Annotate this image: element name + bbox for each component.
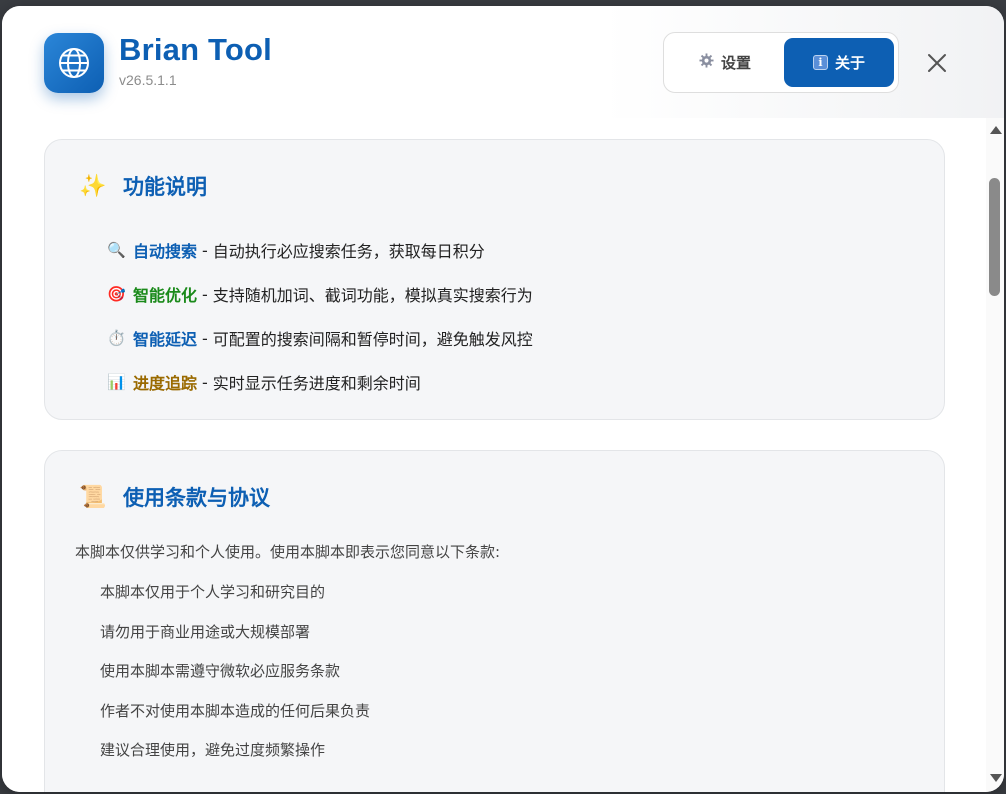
terms-card: 📜 使用条款与协议 本脚本仅供学习和个人使用。使用本脚本即表示您同意以下条款: … [44,450,945,792]
feature-description: 实时显示任务进度和剩余时间 [212,374,421,393]
term-item: 请勿用于商业用途或大规模部署 [100,622,311,641]
feature-separator: - [202,284,208,304]
features-card: ✨ 功能说明 🔍 自动搜索 - 自动执行必应搜索任务，获取每日积分 🎯 智能优化… [44,139,945,420]
feature-description: 支持随机加词、截词功能，模拟真实搜索行为 [212,286,533,305]
globe-icon [44,33,104,93]
magnifier-icon: 🔍 [107,241,126,259]
info-icon: i [812,55,828,70]
term-item: 使用本脚本需遵守微软必应服务条款 [100,662,341,680]
feature-item: ⏱️ 智能延迟 - 可配置的搜索间隔和暂停时间，避免触发风控 [107,316,533,360]
terms-title: 使用条款与协议 [123,486,270,510]
scroll-icon: 📜 [79,484,107,510]
feature-separator: - [202,328,208,348]
target-icon: 🎯 [107,285,126,303]
feature-separator: - [202,240,208,260]
feature-name: 进度追踪 [133,374,198,393]
features-header: ✨ 功能说明 [79,171,207,201]
dialog-header: Brian Tool v26.5.1.1 设置 i 关于 [2,6,1004,118]
features-title: 功能说明 [123,175,207,199]
about-dialog: Brian Tool v26.5.1.1 设置 i 关于 ✨ 功能说明 🔍 自动… [2,6,1004,792]
terms-list: 本脚本仅用于个人学习和研究目的 请勿用于商业用途或大规模部署 使用本脚本需遵守微… [100,580,370,778]
term-item: 作者不对使用本脚本造成的任何后果负责 [100,701,371,720]
feature-separator: - [202,372,208,392]
gear-icon [699,53,714,72]
term-item: 建议合理使用，避免过度频繁操作 [100,741,326,759]
app-title: Brian Tool [119,32,272,67]
terms-intro: 本脚本仅供学习和个人使用。使用本脚本即表示您同意以下条款: [75,543,501,561]
feature-list: 🔍 自动搜索 - 自动执行必应搜索任务，获取每日积分 🎯 智能优化 - 支持随机… [107,228,533,404]
sparkles-icon: ✨ [79,173,107,199]
tab-about[interactable]: i 关于 [784,38,894,87]
tab-settings-label: 设置 [720,54,751,72]
scroll-down-arrow-icon[interactable] [990,774,1002,782]
feature-item: 🎯 智能优化 - 支持随机加词、截词功能，模拟真实搜索行为 [107,272,533,316]
tab-bar: 设置 i 关于 [663,32,899,93]
vertical-scrollbar[interactable] [986,118,1004,792]
bar-chart-icon: 📊 [107,373,126,391]
content-scroll-area[interactable]: ✨ 功能说明 🔍 自动搜索 - 自动执行必应搜索任务，获取每日积分 🎯 智能优化… [2,118,986,792]
feature-item: 🔍 自动搜索 - 自动执行必应搜索任务，获取每日积分 [107,228,533,272]
feature-name: 智能延迟 [133,330,198,349]
tab-about-label: 关于 [834,54,865,72]
feature-item: 📊 进度追踪 - 实时显示任务进度和剩余时间 [107,360,533,404]
app-version: v26.5.1.1 [119,72,177,88]
tab-settings[interactable]: 设置 [670,38,780,87]
stopwatch-icon: ⏱️ [107,329,126,347]
scroll-up-arrow-icon[interactable] [990,126,1002,134]
feature-description: 可配置的搜索间隔和暂停时间，避免触发风控 [212,330,533,349]
feature-name: 智能优化 [133,286,198,305]
feature-description: 自动执行必应搜索任务，获取每日积分 [212,242,485,261]
term-item: 本脚本仅用于个人学习和研究目的 [100,583,326,601]
close-icon [928,54,946,72]
close-button[interactable] [920,46,954,80]
terms-header: 📜 使用条款与协议 [79,482,270,512]
scrollbar-thumb[interactable] [989,178,1000,296]
feature-name: 自动搜索 [133,242,198,261]
